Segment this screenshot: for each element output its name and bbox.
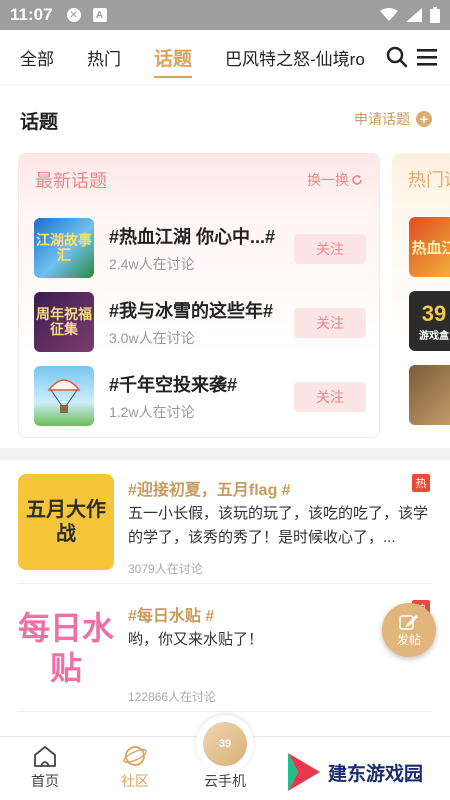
post-tag: #迎接初夏，五月flag # (128, 482, 291, 499)
top-nav: 全部 热门 话题 巴风特之怒-仙境ro (0, 30, 450, 84)
topic-thumbnail: 江湖故事汇 (34, 218, 94, 278)
list-item[interactable]: 五月大作战 #迎接初夏，五月flag # 五一小长假，该玩的玩了，该吃的吃了，该… (0, 460, 450, 584)
status-time: 11:07 (10, 5, 53, 24)
hot-thumb-caption: 游戏盒 (419, 330, 449, 342)
hot-topics-title: 热门话 (408, 170, 450, 190)
post-body: 五一小长假，该玩的玩了，该吃的吃了，该学的学了，该秀的秀了！是时候收心了，... (128, 505, 429, 546)
status-indicators (380, 7, 440, 23)
follow-button[interactable]: 关注 (294, 308, 366, 338)
topic-count: 1.2w人在讨论 (109, 404, 195, 420)
section-title: 话题 (20, 112, 59, 133)
tab-all[interactable]: 全部 (20, 30, 54, 84)
hot-topic-thumbnail[interactable] (409, 365, 450, 425)
plus-icon: + (416, 111, 432, 127)
follow-button[interactable]: 关注 (294, 382, 366, 412)
topic-name: #千年空投来袭# (109, 375, 238, 395)
center-app-logo: 39 (203, 722, 247, 766)
divider (18, 583, 432, 584)
hot-badge: 热 (412, 474, 430, 492)
refresh-icon (352, 175, 362, 185)
post-list: 五月大作战 #迎接初夏，五月flag # 五一小长假，该玩的玩了，该吃的吃了，该… (0, 460, 450, 736)
divider (18, 711, 432, 712)
topic-row[interactable]: 周年祝福征集 #我与冰雪的这些年# 3.0w人在讨论 关注 (34, 292, 368, 354)
list-item[interactable]: 每日水贴 #每日水贴 # 哟，你又来水贴了！ 122866人在讨论 热 (0, 586, 450, 712)
hot-topics-card: 热门话 热血江 39 游戏盒 (392, 153, 450, 438)
topic-thumbnail: 周年祝福征集 (34, 292, 94, 352)
watermark-text: 建东游戏园 (328, 763, 424, 785)
create-post-label: 发帖 (396, 632, 421, 647)
watermark: 建东游戏园 (286, 744, 450, 800)
a-box-icon: A (92, 8, 107, 22)
topic-name: #我与冰雪的这些年# (109, 301, 274, 321)
post-meta: 122866人在讨论 (128, 690, 217, 704)
tab-hot[interactable]: 热门 (87, 30, 121, 84)
post-thumbnail: 每日水贴 (18, 600, 114, 696)
follow-button[interactable]: 关注 (294, 234, 366, 264)
parachute-icon (47, 379, 81, 413)
home-icon (34, 746, 56, 767)
create-post-button[interactable]: 发帖 (382, 603, 436, 657)
bottom-nav-cloud-phone-label: 云手机 (204, 773, 246, 789)
hot-topic-thumbnail[interactable]: 39 游戏盒 (409, 291, 450, 351)
pen-icon (399, 614, 418, 630)
topic-section: 话题 申请话题 + 最新话题 换一换 江湖故事汇 #热血江湖 你心中...# 2… (0, 84, 450, 448)
search-icon[interactable] (386, 46, 408, 68)
wifi-icon (380, 8, 398, 21)
apply-topic-label: 申请话题 (354, 111, 410, 127)
topic-count: 3.0w人在讨论 (109, 330, 195, 346)
watermark-logo-icon (288, 753, 320, 791)
latest-topics-title: 最新话题 (35, 171, 107, 191)
nav-actions (380, 30, 438, 84)
topic-row[interactable]: #千年空投来袭# 1.2w人在讨论 关注 (34, 366, 368, 428)
post-meta: 3079人在讨论 (128, 562, 203, 576)
signal-icon (406, 8, 422, 22)
planet-icon (123, 746, 147, 766)
refresh-label: 换一换 (307, 172, 349, 188)
post-thumbnail: 五月大作战 (18, 474, 114, 570)
hot-thumb-number: 39 (421, 300, 447, 326)
status-bar: 11:07 ✕ A (0, 0, 450, 30)
hot-topic-thumbnail[interactable]: 热血江 (409, 217, 450, 277)
latest-topics-card: 最新话题 换一换 江湖故事汇 #热血江湖 你心中...# 2.4w人在讨论 关注… (18, 153, 380, 438)
center-app-button[interactable]: 39 (196, 715, 254, 773)
battery-icon (430, 7, 440, 23)
refresh-button[interactable]: 换一换 (307, 170, 363, 190)
menu-icon[interactable] (416, 47, 438, 67)
tab-topics[interactable]: 话题 (154, 30, 193, 84)
tab-game[interactable]: 巴风特之怒-仙境ro (225, 30, 365, 84)
bottom-nav-home-label: 首页 (31, 773, 59, 789)
post-tag: #每日水贴 # (128, 608, 215, 625)
bottom-nav-community[interactable]: 社区 (105, 745, 165, 791)
bottom-nav-cloud-phone[interactable]: 云手机 (195, 771, 255, 791)
apply-topic-button[interactable]: 申请话题 + (354, 109, 432, 129)
topic-count: 2.4w人在讨论 (109, 256, 195, 272)
bottom-nav-community-label: 社区 (121, 773, 149, 789)
x-circle-icon: ✕ (66, 8, 81, 22)
topic-thumbnail (34, 366, 94, 426)
topic-row[interactable]: 江湖故事汇 #热血江湖 你心中...# 2.4w人在讨论 关注 (34, 218, 368, 280)
topic-name: #热血江湖 你心中...# (109, 227, 276, 247)
bottom-nav-home[interactable]: 首页 (15, 745, 75, 791)
